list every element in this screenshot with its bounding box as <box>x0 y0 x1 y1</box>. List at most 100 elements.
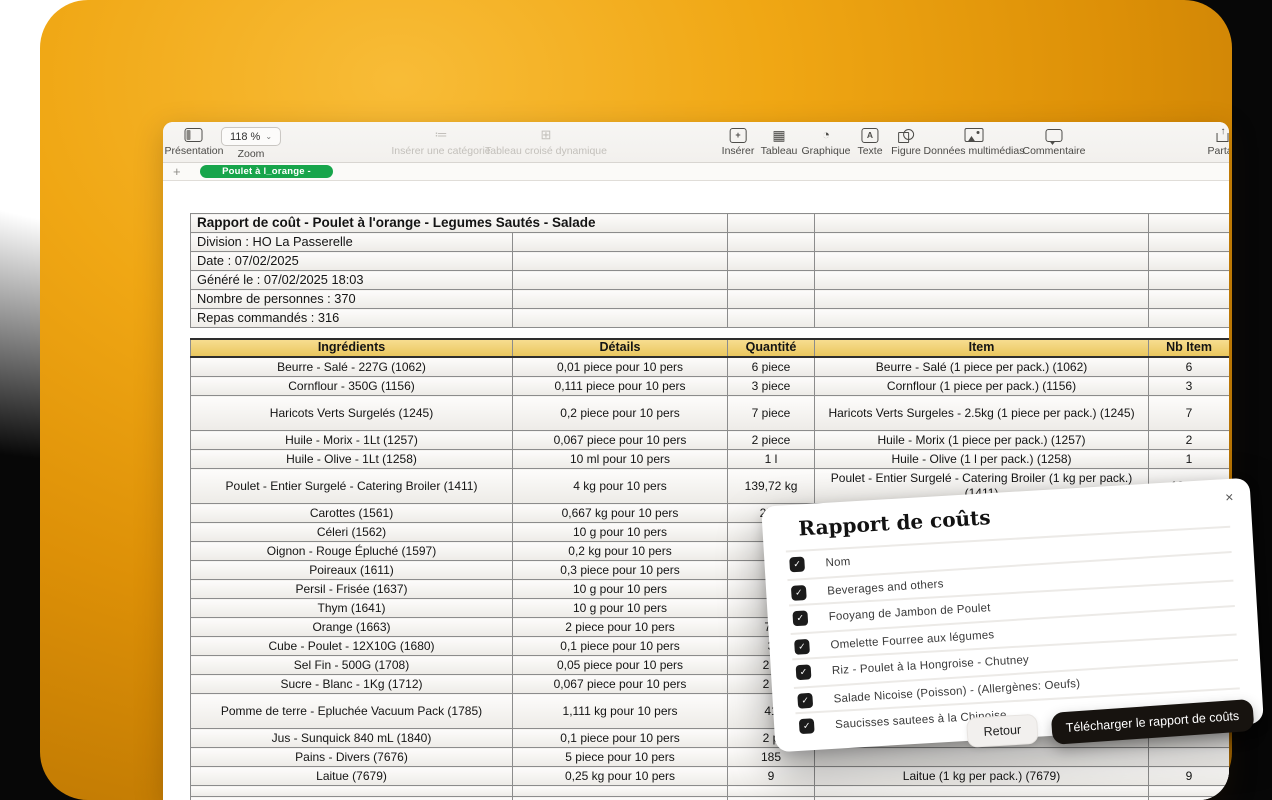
cell[interactable]: 10 g pour 10 pers <box>513 580 728 599</box>
cell[interactable]: 2 <box>1149 431 1229 450</box>
cell[interactable]: Cube - Poulet - 12X10G (1680) <box>191 637 513 656</box>
cell[interactable]: Laitue (7679) <box>191 767 513 786</box>
cell[interactable]: Thym (1641) <box>191 599 513 618</box>
cell[interactable] <box>728 309 815 328</box>
cell[interactable] <box>728 233 815 252</box>
cell[interactable]: 2 piece pour 10 pers <box>513 618 728 637</box>
cell[interactable]: Nombre de personnes : 370 <box>191 290 513 309</box>
toolbar-item-figure[interactable]: Figure <box>891 127 921 157</box>
cell[interactable]: Huile - Morix (1 piece per pack.) (1257) <box>815 431 1149 450</box>
cell[interactable] <box>815 786 1149 797</box>
cell[interactable]: Laitue (1 kg per pack.) (7679) <box>815 767 1149 786</box>
cell[interactable]: 5 piece pour 10 pers <box>513 748 728 767</box>
cell[interactable]: Beurre - Salé (1 piece per pack.) (1062) <box>815 357 1149 377</box>
cell[interactable] <box>191 328 513 340</box>
cell[interactable]: Pains - Divers (7676) <box>191 748 513 767</box>
cell[interactable]: 1 <box>1149 450 1229 469</box>
cell[interactable]: 1 l <box>728 450 815 469</box>
cell[interactable]: 0,1 piece pour 10 pers <box>513 729 728 748</box>
cell[interactable]: 0,25 kg pour 10 pers <box>513 767 728 786</box>
cell[interactable] <box>728 252 815 271</box>
cell[interactable]: Date : 07/02/2025 <box>191 252 513 271</box>
cell[interactable] <box>815 252 1149 271</box>
cell[interactable]: 7 <box>1149 396 1229 431</box>
cell[interactable]: 10 g pour 10 pers <box>513 523 728 542</box>
sheet-tab-active[interactable]: Poulet à l_orange - <box>200 165 333 178</box>
cell[interactable]: Huile - Olive (1 l per pack.) (1258) <box>815 450 1149 469</box>
cell[interactable]: 2 piece <box>728 431 815 450</box>
cell[interactable]: 0,1 piece pour 10 pers <box>513 637 728 656</box>
zoom-control[interactable]: 118 % ⌄ Zoom <box>221 127 281 160</box>
cell[interactable] <box>191 786 513 797</box>
cell[interactable]: 4 kg pour 10 pers <box>513 469 728 504</box>
cell[interactable] <box>815 290 1149 309</box>
cell[interactable] <box>513 328 728 340</box>
checkbox-checked-icon[interactable]: ✓ <box>799 718 815 734</box>
cell[interactable] <box>728 786 815 797</box>
checkbox-checked-icon[interactable]: ✓ <box>796 664 812 680</box>
cell[interactable]: 3 piece <box>728 377 815 396</box>
cell[interactable]: Carottes (1561) <box>191 504 513 523</box>
cell[interactable] <box>815 748 1149 767</box>
cell[interactable]: Huile - Morix - 1Lt (1257) <box>191 431 513 450</box>
cell[interactable]: 139,72 kg <box>728 469 815 504</box>
cell[interactable]: 0,667 kg pour 10 pers <box>513 504 728 523</box>
cell[interactable]: Haricots Verts Surgeles - 2.5kg (1 piece… <box>815 396 1149 431</box>
cell[interactable]: Huile - Olive - 1Lt (1258) <box>191 450 513 469</box>
cell[interactable]: 0,01 piece pour 10 pers <box>513 357 728 377</box>
cell[interactable] <box>513 252 728 271</box>
cell[interactable]: Poireaux (1611) <box>191 561 513 580</box>
column-header-cell[interactable]: Item <box>815 339 1149 357</box>
cell[interactable]: 3 <box>1149 377 1229 396</box>
column-header-cell[interactable]: Ingrédients <box>191 339 513 357</box>
cell[interactable] <box>728 214 815 233</box>
add-sheet-button[interactable]: + <box>173 164 181 179</box>
cell[interactable] <box>1149 271 1229 290</box>
cell[interactable]: Persil - Frisée (1637) <box>191 580 513 599</box>
cell[interactable]: Sucre - Blanc - 1Kg (1712) <box>191 675 513 694</box>
toolbar-item-partag[interactable]: ↑Partag <box>1208 127 1229 157</box>
presentation-view-button[interactable]: Présentation <box>165 127 224 157</box>
cell[interactable] <box>513 786 728 797</box>
cell[interactable]: TOTAL <box>191 797 513 800</box>
cell[interactable]: Cornflour (1 piece per pack.) (1156) <box>815 377 1149 396</box>
cell[interactable]: Sel Fin - 500G (1708) <box>191 656 513 675</box>
cell[interactable]: 9 <box>728 767 815 786</box>
checkbox-checked-icon[interactable]: ✓ <box>789 557 805 573</box>
cell[interactable]: 6 piece <box>728 357 815 377</box>
cell[interactable]: Orange (1663) <box>191 618 513 637</box>
cell[interactable] <box>728 328 815 340</box>
column-header-cell[interactable]: Détails <box>513 339 728 357</box>
cell[interactable]: Céleri (1562) <box>191 523 513 542</box>
cell[interactable] <box>513 233 728 252</box>
cell[interactable] <box>815 797 1149 800</box>
close-icon[interactable]: × <box>1225 489 1234 505</box>
cell[interactable] <box>1149 786 1229 797</box>
cell[interactable] <box>1149 252 1229 271</box>
cell[interactable]: 0,3 piece pour 10 pers <box>513 561 728 580</box>
cell[interactable]: Poulet - Entier Surgelé - Catering Broil… <box>191 469 513 504</box>
toolbar-item-commentaire[interactable]: Commentaire <box>1022 127 1085 157</box>
cell[interactable] <box>1149 290 1229 309</box>
cell[interactable]: 0,05 piece pour 10 pers <box>513 656 728 675</box>
cell[interactable]: 0,111 piece pour 10 pers <box>513 377 728 396</box>
cell[interactable] <box>815 214 1149 233</box>
column-header-cell[interactable]: Nb Item <box>1149 339 1229 357</box>
cell[interactable]: 6 <box>1149 357 1229 377</box>
checkbox-checked-icon[interactable]: ✓ <box>797 693 813 709</box>
toolbar-item-tableau[interactable]: ▦Tableau <box>761 127 798 157</box>
cell[interactable] <box>728 797 815 800</box>
toolbar-item-graphique[interactable]: ◔Graphique <box>801 127 850 157</box>
cell[interactable]: 0,067 piece pour 10 pers <box>513 675 728 694</box>
cell[interactable]: Jus - Sunquick 840 mL (1840) <box>191 729 513 748</box>
checkbox-checked-icon[interactable]: ✓ <box>792 610 808 626</box>
toolbar-item-ins-rer[interactable]: +Insérer <box>722 127 755 157</box>
cell[interactable]: Division : HO La Passerelle <box>191 233 513 252</box>
toolbar-item-donn-es-multim-dias[interactable]: Données multimédias <box>924 127 1025 157</box>
cell[interactable]: 0,067 piece pour 10 pers <box>513 431 728 450</box>
cell[interactable] <box>815 309 1149 328</box>
back-button[interactable]: Retour <box>966 714 1039 748</box>
cell[interactable] <box>815 328 1149 340</box>
column-header-cell[interactable]: Quantité <box>728 339 815 357</box>
cell[interactable]: 7 piece <box>728 396 815 431</box>
